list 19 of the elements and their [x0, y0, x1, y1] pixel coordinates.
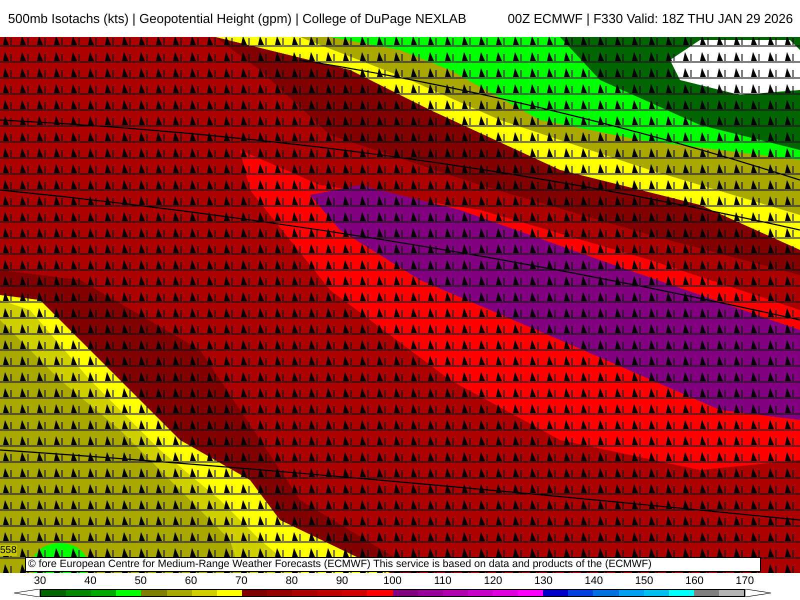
legend-label: 120	[482, 574, 504, 586]
legend-label: 80	[284, 574, 299, 586]
legend-label: 40	[83, 574, 98, 586]
legend-label: 70	[234, 574, 248, 586]
contour-label: 558	[0, 545, 17, 556]
legend-label: 110	[432, 574, 453, 586]
legend-label: 140	[584, 574, 604, 586]
legend-label: 150	[634, 574, 654, 586]
legend-label: 90	[334, 574, 350, 586]
legend-label: 170	[734, 574, 755, 586]
legend-label: 50	[134, 574, 148, 586]
legend-label: 100	[382, 574, 403, 586]
legend-label: 30	[32, 574, 48, 586]
map-title: 500mb Isotachs (kts) | Geopotential Height (gpm) | College of DuPage NEXLAB	[8, 11, 466, 26]
legend-label: 130	[533, 574, 554, 586]
legend-label: 60	[184, 574, 198, 586]
credit-notice: © fore European Centre for Medium-Range Weather Forecasts (ECMWF) This service is based on data and products of the (ECMWF)	[25, 557, 761, 572]
model-run-info: 00Z ECMWF | F330 Valid: 18Z THU JAN 29 2026	[508, 11, 793, 26]
legend-label: 160	[684, 574, 705, 586]
